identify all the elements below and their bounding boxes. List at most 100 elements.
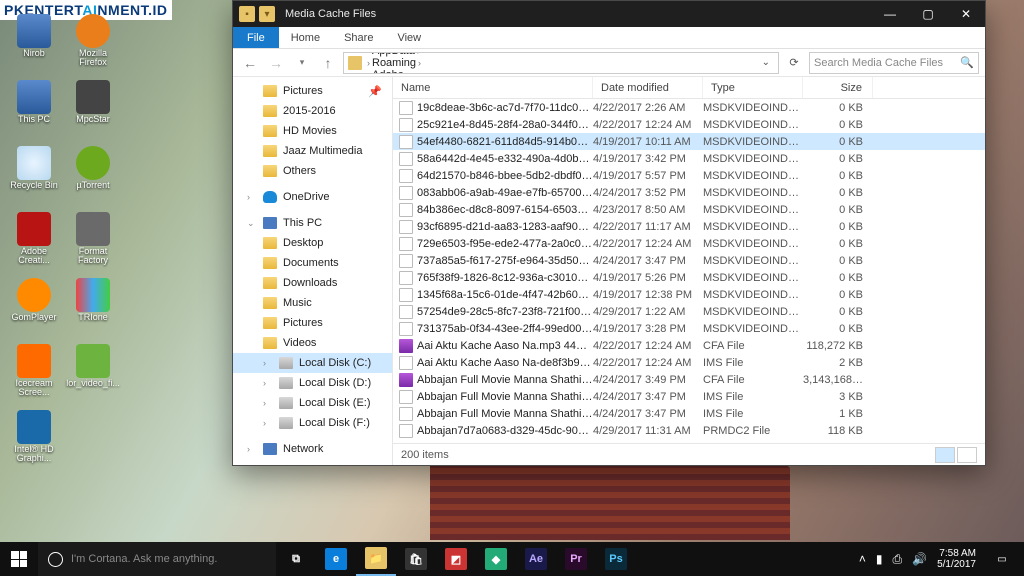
addr-dropdown-icon[interactable]: ⌄: [758, 57, 774, 68]
file-row[interactable]: 57254de9-28c5-8fc7-23f8-721f00000024... …: [393, 303, 985, 320]
taskbar-app1[interactable]: ◩: [436, 542, 476, 576]
taskbar-ae[interactable]: Ae: [516, 542, 556, 576]
file-row[interactable]: Abbajan Full Movie Manna Shathi Kazi ...…: [393, 388, 985, 405]
taskbar-explorer[interactable]: 📁: [356, 542, 396, 576]
file-row[interactable]: 93cf6895-d21d-aa83-1283-aaf900000024... …: [393, 218, 985, 235]
file-row[interactable]: 765f38f9-1826-8c12-936a-c30100000024... …: [393, 269, 985, 286]
nav-item[interactable]: Desktop: [233, 233, 392, 253]
quick-access-item[interactable]: HD Movies: [233, 121, 392, 141]
file-row[interactable]: Abbajan Full Movie Manna Shathi Kazi ...…: [393, 405, 985, 422]
titlebar[interactable]: ▪ ▾ Media Cache Files — ▢ ✕: [233, 1, 985, 27]
taskbar-task-view[interactable]: ⧉: [276, 542, 316, 576]
maximize-button[interactable]: ▢: [909, 1, 947, 27]
file-row[interactable]: 083abb06-a9ab-49ae-e7fb-657000000024... …: [393, 184, 985, 201]
refresh-button[interactable]: ⟳: [783, 52, 805, 74]
qat-icon[interactable]: ▾: [259, 6, 275, 22]
volume-icon[interactable]: 🔊: [912, 552, 927, 566]
desktop-icon-intel-hd[interactable]: Intel® HD Graphi...: [6, 410, 62, 474]
nav-item[interactable]: Downloads: [233, 273, 392, 293]
desktop-icon-this-pc[interactable]: This PC: [6, 80, 62, 144]
this-pc-item[interactable]: ⌄This PC: [233, 213, 392, 233]
desktop-icon-screen-rec[interactable]: Icecream Scree...: [6, 344, 62, 408]
quick-access-item[interactable]: 2015-2016: [233, 101, 392, 121]
file-row[interactable]: 19c8deae-3b6c-ac7d-7f70-11dc0000002c... …: [393, 99, 985, 116]
file-row[interactable]: 58a6442d-4e45-e332-490a-4d0b00000024... …: [393, 150, 985, 167]
nav-item[interactable]: ›Local Disk (F:): [233, 413, 392, 433]
tray-chevron-icon[interactable]: ˄: [859, 552, 866, 566]
view-large-button[interactable]: [957, 447, 977, 463]
network-icon[interactable]: ⎙: [893, 552, 903, 567]
breadcrumb[interactable]: Adobe ›: [372, 69, 468, 74]
nav-item[interactable]: ›Local Disk (D:): [233, 373, 392, 393]
nav-item[interactable]: ›Local Disk (E:): [233, 393, 392, 413]
nav-item[interactable]: Pictures: [233, 313, 392, 333]
system-tray[interactable]: ˄ ▮ ⎙ 🔊 7:58 AM 5/1/2017 ▭: [859, 542, 1024, 576]
view-tab[interactable]: View: [385, 27, 433, 48]
file-row[interactable]: 25c921e4-8d45-28f4-28a0-344f00000024... …: [393, 116, 985, 133]
address-bar[interactable]: › Users › Nirob › AppData › Roaming › Ad…: [343, 52, 779, 74]
taskbar-ps[interactable]: Ps: [596, 542, 636, 576]
desktop-icon-webm[interactable]: lor_video_fi...: [65, 344, 121, 408]
back-button[interactable]: ←: [239, 52, 261, 74]
share-tab[interactable]: Share: [332, 27, 385, 48]
action-center-button[interactable]: ▭: [986, 542, 1018, 576]
file-row[interactable]: 1345f68a-15c6-01de-4f47-42b600000024... …: [393, 286, 985, 303]
taskbar-app2[interactable]: ◆: [476, 542, 516, 576]
quick-access-item[interactable]: Others: [233, 161, 392, 181]
quick-access-item[interactable]: Pictures📌: [233, 81, 392, 101]
recent-dropdown[interactable]: ▾: [291, 52, 313, 74]
file-row[interactable]: Abbajan Full Movie Manna Shathi Kazi ...…: [393, 371, 985, 388]
onedrive-item[interactable]: ›OneDrive: [233, 187, 392, 207]
up-button[interactable]: ↑: [317, 52, 339, 74]
col-type[interactable]: Type: [703, 77, 803, 98]
file-row[interactable]: 729e6503-f95e-ede2-477a-2a0c00000024... …: [393, 235, 985, 252]
desktop-icon-nirob[interactable]: Nirob: [6, 14, 62, 78]
nav-item[interactable]: Videos: [233, 333, 392, 353]
col-date[interactable]: Date modified: [593, 77, 703, 98]
column-headers[interactable]: Name Date modified Type Size: [393, 77, 985, 99]
desktop-icon-format-factory[interactable]: Format Factory: [65, 212, 121, 276]
file-row[interactable]: 84b386ec-d8c8-8097-6154-650300000024... …: [393, 201, 985, 218]
home-tab[interactable]: Home: [279, 27, 332, 48]
col-name[interactable]: Name: [393, 77, 593, 98]
quick-access-item[interactable]: Jaaz Multimedia: [233, 141, 392, 161]
app1-icon: ◩: [445, 548, 467, 570]
file-tab[interactable]: File: [233, 27, 279, 48]
battery-icon[interactable]: ▮: [876, 552, 883, 566]
taskbar-store[interactable]: 🛍: [396, 542, 436, 576]
desktop-icon-trio[interactable]: TRIone: [65, 278, 121, 342]
taskbar-pr[interactable]: Pr: [556, 542, 596, 576]
desktop-icon-mpc[interactable]: MpcStar: [65, 80, 121, 144]
file-row[interactable]: 731375ab-0f34-43ee-2ff4-99ed00000024... …: [393, 320, 985, 337]
desktop-icon-utorrent[interactable]: µTorrent: [65, 146, 121, 210]
search-box[interactable]: Search Media Cache Files 🔍: [809, 52, 979, 74]
clock[interactable]: 7:58 AM 5/1/2017: [937, 548, 976, 571]
network-item[interactable]: ›Network: [233, 439, 392, 459]
navigation-pane[interactable]: Pictures📌2015-2016HD MoviesJaaz Multimed…: [233, 77, 393, 465]
file-list[interactable]: 19c8deae-3b6c-ac7d-7f70-11dc0000002c... …: [393, 99, 985, 443]
taskbar[interactable]: I'm Cortana. Ask me anything. ⧉ e 📁 🛍 ◩ …: [0, 542, 1024, 576]
file-row[interactable]: Aai Aktu Kache Aaso Na-de8f3b92-5ec2-...…: [393, 354, 985, 371]
nav-item[interactable]: Documents: [233, 253, 392, 273]
file-row[interactable]: Abbajan7d7a0683-d329-45dc-9047-7d3a... 4…: [393, 422, 985, 439]
desktop-icon-adobe-cc[interactable]: Adobe Creati...: [6, 212, 62, 276]
desktop-icon-gom[interactable]: GomPlayer: [6, 278, 62, 342]
view-details-button[interactable]: [935, 447, 955, 463]
file-row[interactable]: 54ef4480-6821-611d84d5-914b00000024... 4…: [393, 133, 985, 150]
minimize-button[interactable]: —: [871, 1, 909, 27]
desktop-icon-firefox[interactable]: Mozilla Firefox: [65, 14, 121, 78]
folder-icon: [263, 125, 277, 137]
file-row[interactable]: 64d21570-b846-bbee-5db2-dbdf00000024... …: [393, 167, 985, 184]
file-row[interactable]: Aai Aktu Kache Aaso Na.mp3 44100.cfa 4/2…: [393, 337, 985, 354]
file-row[interactable]: 737a85a5-f617-275f-e964-35d500000024... …: [393, 252, 985, 269]
cortana-search[interactable]: I'm Cortana. Ask me anything.: [38, 542, 276, 576]
desktop-icon-recycle-bin[interactable]: Recycle Bin: [6, 146, 62, 210]
col-size[interactable]: Size: [803, 77, 873, 98]
start-button[interactable]: [0, 542, 38, 576]
close-button[interactable]: ✕: [947, 1, 985, 27]
nav-item[interactable]: Music: [233, 293, 392, 313]
breadcrumb[interactable]: Roaming ›: [372, 57, 468, 69]
forward-button[interactable]: →: [265, 52, 287, 74]
taskbar-edge[interactable]: e: [316, 542, 356, 576]
nav-item[interactable]: ›Local Disk (C:): [233, 353, 392, 373]
